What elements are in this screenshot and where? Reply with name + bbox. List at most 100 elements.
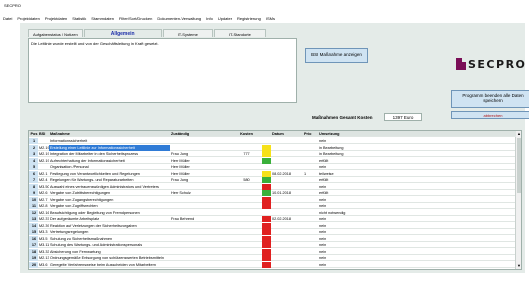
- status-light[interactable]: [262, 196, 271, 203]
- col-massnahme-cell[interactable]: Absicherung von Fernwartung: [49, 249, 170, 255]
- status-light[interactable]: [262, 242, 271, 248]
- col-massnahme-cell[interactable]: Erstellung einer Leitlinie zur Informati…: [49, 144, 170, 151]
- table-row[interactable]: 18 M3.33 Absicherung von Fernwartung nein: [29, 248, 516, 255]
- menu-item[interactable]: Statistik: [72, 16, 86, 21]
- col-zustaendig-cell[interactable]: Frau Jung: [170, 151, 230, 157]
- col-pos-cell[interactable]: 19: [29, 255, 38, 261]
- col-umsetzung-cell[interactable]: nein: [318, 262, 358, 268]
- col-kosten-header[interactable]: Kosten: [230, 131, 262, 137]
- col-pos-cell[interactable]: 2: [29, 144, 38, 151]
- col-umsetzung-cell[interactable]: nein: [318, 223, 358, 229]
- status-light[interactable]: [262, 183, 271, 190]
- col-kosten-cell[interactable]: [230, 203, 262, 209]
- col-prio-cell[interactable]: [303, 177, 318, 183]
- status-light[interactable]: [262, 164, 271, 170]
- col-kosten-cell[interactable]: [230, 262, 262, 268]
- col-massnahme-cell[interactable]: Geregelte Verfahrensweise beim Ausscheid…: [49, 262, 170, 268]
- col-prio-cell[interactable]: [303, 184, 318, 190]
- col-bsi-header[interactable]: BSI: [38, 131, 49, 137]
- col-kosten-cell[interactable]: [230, 164, 262, 170]
- col-bsi-cell[interactable]: M2.8: [38, 203, 49, 209]
- menu-item[interactable]: ISMs: [266, 16, 275, 21]
- col-umsetzung-cell[interactable]: erfüllt: [318, 177, 358, 183]
- col-bsi-cell[interactable]: M2.13: [38, 255, 49, 261]
- col-ampel-header[interactable]: [262, 131, 271, 137]
- table-row[interactable]: 6 M2.1 Festlegung von Verantwortlichkeiten…: [29, 170, 516, 177]
- scroll-thumb[interactable]: [517, 138, 521, 193]
- status-light[interactable]: [262, 261, 271, 268]
- col-kosten-cell[interactable]: [230, 216, 262, 222]
- col-kosten-cell[interactable]: [230, 184, 262, 190]
- col-massnahme-header[interactable]: Maßnahme: [49, 131, 170, 137]
- col-zustaendig-cell[interactable]: Herr Müller: [170, 171, 230, 177]
- table-row[interactable]: 7 M2.4 Regelungen für Wartungs- und Repara…: [29, 177, 516, 183]
- col-pos-cell[interactable]: 18: [29, 248, 38, 255]
- col-bsi-cell[interactable]: [38, 164, 49, 170]
- col-prio-header[interactable]: Prio: [303, 131, 318, 137]
- col-kosten-cell[interactable]: [230, 223, 262, 229]
- col-prio-cell[interactable]: 1: [303, 171, 318, 177]
- col-datum-cell[interactable]: [271, 197, 303, 203]
- col-pos-cell[interactable]: 1: [29, 138, 38, 144]
- exit-save-button[interactable]: Programm beenden alle Daten speichern: [451, 90, 529, 108]
- col-datum-cell[interactable]: 08.02.2018: [271, 171, 303, 177]
- col-umsetzung-cell[interactable]: nein: [318, 197, 358, 203]
- col-kosten-cell[interactable]: [230, 210, 262, 216]
- col-pos-cell[interactable]: 4: [29, 157, 38, 164]
- col-bsi-cell[interactable]: M3.6: [38, 262, 49, 268]
- col-massnahme-cell[interactable]: Vergabe von Zugangsberechtigungen: [49, 197, 170, 203]
- col-kosten-cell[interactable]: [230, 255, 262, 261]
- status-light[interactable]: [262, 248, 271, 255]
- col-bsi-cell[interactable]: M3.50: [38, 184, 49, 190]
- col-zustaendig-cell[interactable]: [170, 236, 230, 242]
- col-zustaendig-header[interactable]: Zuständig: [170, 131, 230, 137]
- status-light[interactable]: [262, 210, 271, 216]
- table-scrollbar[interactable]: ▲ ▼: [515, 131, 521, 269]
- col-pos-header[interactable]: Pos: [29, 131, 38, 137]
- col-datum-cell[interactable]: [271, 177, 303, 183]
- col-umsetzung-cell[interactable]: nicht notwendig: [318, 210, 358, 216]
- col-pos-cell[interactable]: 9: [29, 190, 38, 196]
- col-kosten-cell[interactable]: [230, 158, 262, 164]
- col-zustaendig-cell[interactable]: Herr Müller: [170, 158, 230, 164]
- col-datum-cell[interactable]: [271, 229, 303, 235]
- col-datum-cell[interactable]: [271, 255, 303, 261]
- col-pos-cell[interactable]: 17: [29, 242, 38, 248]
- col-umsetzung-cell[interactable]: erfüllt: [318, 190, 358, 196]
- menu-item[interactable]: Updater: [218, 16, 232, 21]
- col-massnahme-cell[interactable]: Auswahl eines vertrauenswürdigen Adminis…: [49, 184, 170, 190]
- menu-item[interactable]: Projektdaten: [17, 16, 39, 21]
- scroll-down-icon[interactable]: ▼: [516, 263, 521, 269]
- tab-task-status[interactable]: Aufgabenstatus / Notizen: [28, 29, 83, 37]
- col-bsi-cell[interactable]: M3.5: [38, 236, 49, 242]
- col-prio-cell[interactable]: [303, 190, 318, 196]
- status-light[interactable]: [262, 222, 271, 229]
- col-prio-cell[interactable]: [303, 255, 318, 261]
- col-massnahme-cell[interactable]: Reaktion auf Verletzungen der Sicherheit…: [49, 223, 170, 229]
- col-umsetzung-cell[interactable]: nein: [318, 184, 358, 190]
- col-massnahme-cell[interactable]: Vertretungsregelungen: [49, 229, 170, 235]
- status-light[interactable]: [262, 170, 271, 177]
- col-umsetzung-cell[interactable]: nein: [318, 249, 358, 255]
- col-kosten-cell[interactable]: [230, 145, 262, 151]
- col-datum-cell[interactable]: 10.01.2018: [271, 190, 303, 196]
- col-datum-cell[interactable]: [271, 151, 303, 157]
- col-prio-cell[interactable]: [303, 262, 318, 268]
- col-bsi-cell[interactable]: M3.3: [38, 229, 49, 235]
- col-pos-cell[interactable]: 11: [29, 203, 38, 209]
- col-massnahme-cell[interactable]: Aufrechterhaltung der Informationssicher…: [49, 158, 170, 164]
- col-massnahme-cell[interactable]: Schulung zu Sicherheitsmaßnahmen: [49, 236, 170, 242]
- col-datum-cell[interactable]: 02.02.2018: [271, 216, 303, 222]
- col-pos-cell[interactable]: 12: [29, 209, 38, 216]
- col-zustaendig-cell[interactable]: Frau Behrend: [170, 216, 230, 222]
- col-prio-cell[interactable]: [303, 210, 318, 216]
- col-datum-cell[interactable]: [271, 184, 303, 190]
- col-kosten-cell[interactable]: 777: [230, 151, 262, 157]
- col-umsetzung-cell[interactable]: nein: [318, 203, 358, 209]
- col-bsi-cell[interactable]: M2.4: [38, 177, 49, 183]
- col-umsetzung-cell[interactable]: in Bearbeitung: [318, 145, 358, 151]
- col-umsetzung-header[interactable]: Umsetzung: [318, 131, 358, 137]
- menu-item[interactable]: Filter/Sort/Drucken: [119, 16, 152, 21]
- status-light[interactable]: [262, 157, 271, 164]
- col-zustaendig-cell[interactable]: Herr Schulz: [170, 190, 230, 196]
